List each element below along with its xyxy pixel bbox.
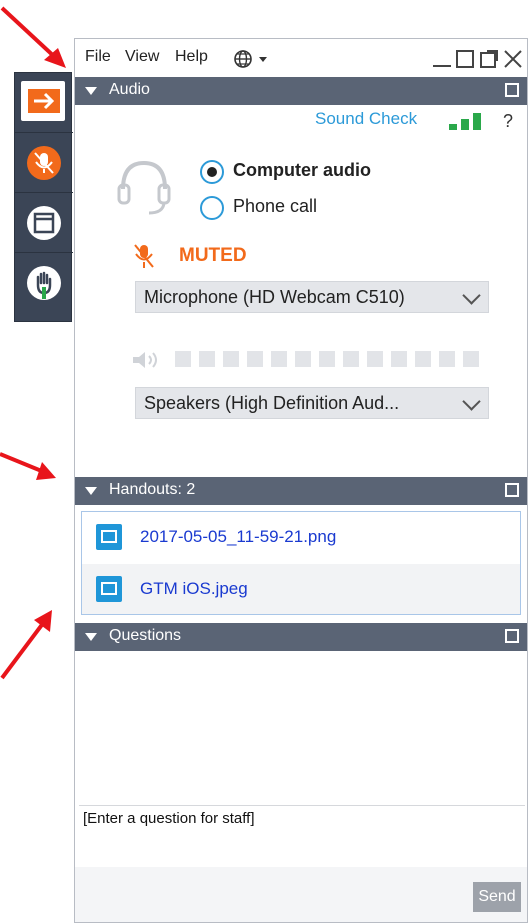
window-controls xyxy=(433,50,522,68)
question-input-placeholder: [Enter a question for staff] xyxy=(83,810,255,827)
handouts-panel-title: Handouts: 2 xyxy=(109,481,196,498)
microphone-muted-icon xyxy=(27,146,61,180)
questions-log xyxy=(75,651,527,805)
image-file-icon xyxy=(96,524,122,550)
speakers-select-value: Speakers (High Definition Aud... xyxy=(144,393,400,413)
raise-hand-icon xyxy=(27,266,61,300)
phone-call-radio[interactable]: Phone call xyxy=(199,193,499,223)
control-toolbar xyxy=(14,72,73,322)
image-file-icon xyxy=(96,576,122,602)
handout-filename: 2017-05-05_11-59-21.png xyxy=(140,527,337,546)
chevron-down-icon xyxy=(462,286,481,305)
collapse-triangle-icon xyxy=(85,633,97,641)
chevron-down-icon xyxy=(462,392,481,411)
menu-view[interactable]: View xyxy=(125,48,159,66)
popout-icon xyxy=(480,52,496,68)
handouts-list: 2017-05-05_11-59-21.png GTM iOS.jpeg xyxy=(81,511,521,615)
computer-audio-label: Computer audio xyxy=(233,160,371,180)
signal-strength-icon xyxy=(449,113,481,130)
control-panel-window: File View Help Audio Sound Check ? Compu… xyxy=(74,38,528,923)
collapse-triangle-icon xyxy=(85,87,97,95)
audio-panel-title: Audio xyxy=(109,81,150,98)
screen-icon xyxy=(27,206,61,240)
raise-hand-button[interactable] xyxy=(15,253,73,313)
menu-bar: File View Help xyxy=(75,39,527,77)
handouts-panel-header[interactable]: Handouts: 2 xyxy=(75,477,527,505)
popout-panel-icon[interactable] xyxy=(505,629,519,643)
computer-audio-radio[interactable]: Computer audio xyxy=(199,157,499,187)
microphone-muted-icon xyxy=(134,244,154,268)
handout-item[interactable]: 2017-05-05_11-59-21.png xyxy=(82,512,520,562)
language-globe-icon[interactable] xyxy=(233,49,271,69)
help-question-mark[interactable]: ? xyxy=(503,111,513,132)
menu-file[interactable]: File xyxy=(85,48,111,66)
screen-button[interactable] xyxy=(15,193,73,253)
popout-panel-icon[interactable] xyxy=(505,483,519,497)
sound-check-link[interactable]: Sound Check xyxy=(315,109,417,129)
headset-icon xyxy=(117,160,171,215)
questions-panel-title: Questions xyxy=(109,627,182,644)
question-input[interactable]: [Enter a question for staff] xyxy=(79,805,525,868)
radio-unselected-icon xyxy=(200,196,224,220)
handout-filename: GTM iOS.jpeg xyxy=(140,579,248,598)
handout-item[interactable]: GTM iOS.jpeg xyxy=(82,564,520,614)
arrow-right-icon xyxy=(28,89,60,113)
audio-panel-header[interactable]: Audio xyxy=(75,77,527,105)
radio-selected-icon xyxy=(200,160,224,184)
annotation-arrow-bottom xyxy=(0,610,52,680)
maximize-icon xyxy=(456,50,474,68)
send-button[interactable]: Send xyxy=(473,882,521,912)
microphone-select-value: Microphone (HD Webcam C510) xyxy=(144,287,405,307)
muted-status: MUTED xyxy=(179,245,247,266)
popout-panel-icon[interactable] xyxy=(505,83,519,97)
menu-help[interactable]: Help xyxy=(175,48,208,66)
annotation-arrow-top xyxy=(0,6,66,68)
speaker-volume-icon xyxy=(133,352,157,368)
collapse-panel-button[interactable] xyxy=(15,73,73,133)
questions-panel-header[interactable]: Questions xyxy=(75,623,527,651)
question-footer xyxy=(75,867,527,922)
speakers-select[interactable]: Speakers (High Definition Aud... xyxy=(135,387,489,419)
microphone-select[interactable]: Microphone (HD Webcam C510) xyxy=(135,281,489,313)
annotation-arrow-middle xyxy=(0,452,56,480)
collapse-triangle-icon xyxy=(85,487,97,495)
mute-button[interactable] xyxy=(15,133,73,193)
phone-call-label: Phone call xyxy=(233,196,318,216)
